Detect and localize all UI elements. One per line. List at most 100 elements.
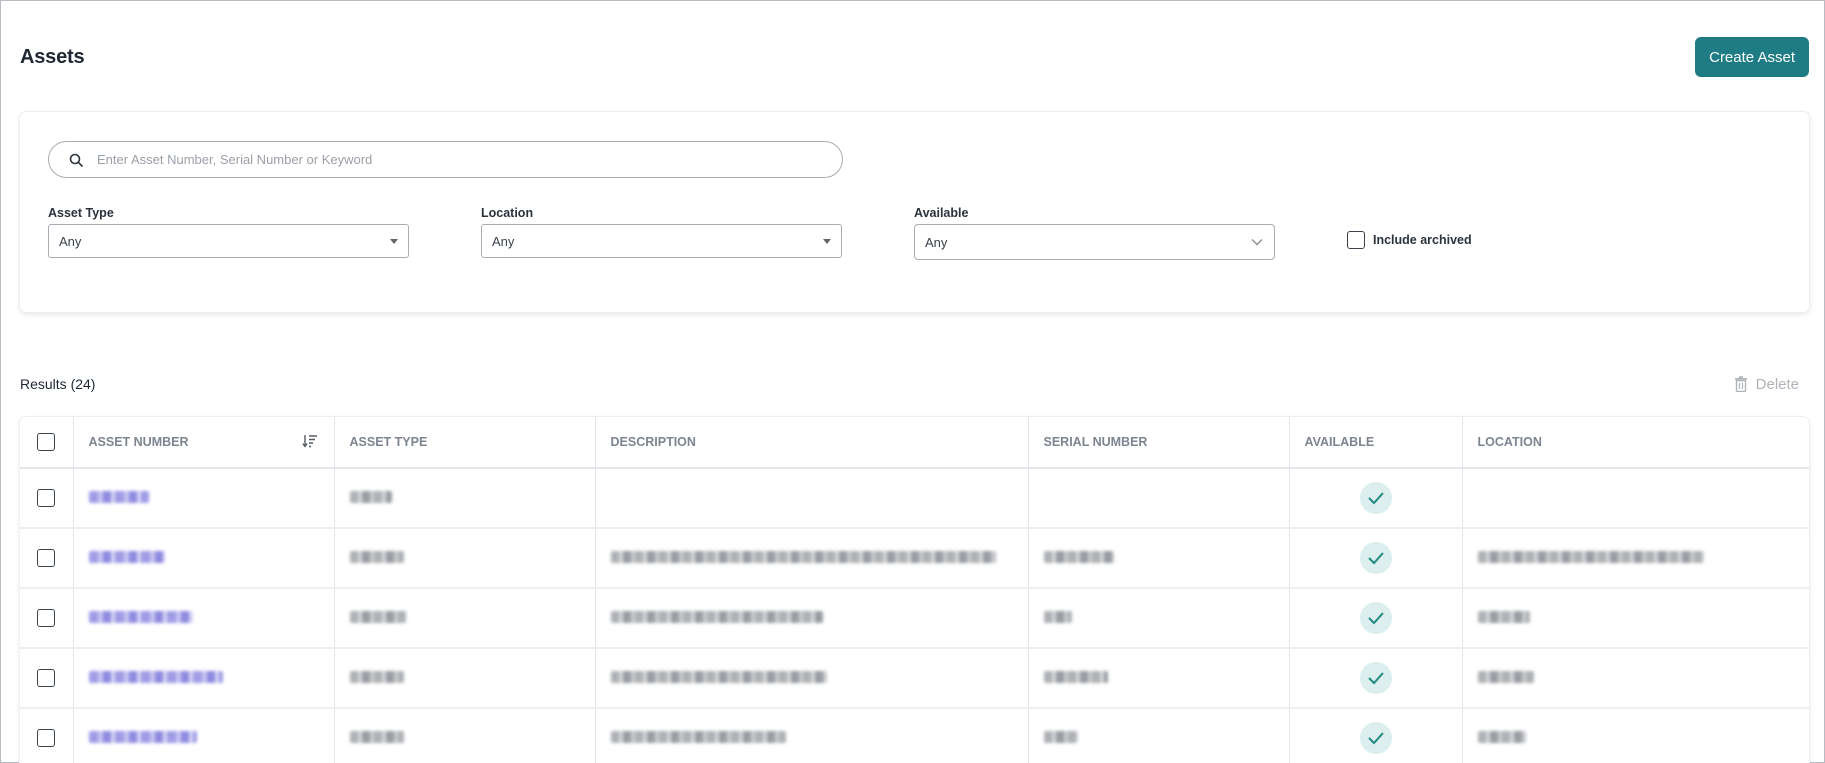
create-asset-button[interactable]: Create Asset xyxy=(1695,37,1809,77)
location-select[interactable]: Any xyxy=(481,224,842,258)
select-all-cell xyxy=(20,417,74,469)
redacted-text xyxy=(349,550,404,563)
sort-descending-icon[interactable] xyxy=(301,434,318,448)
asset-number-link[interactable] xyxy=(88,730,197,743)
table-row[interactable] xyxy=(20,588,1809,649)
description-cell xyxy=(595,528,1029,589)
check-icon xyxy=(1367,672,1384,685)
asset-number-cell[interactable] xyxy=(73,648,335,709)
column-header-asset-type[interactable]: ASSET TYPE xyxy=(334,417,596,469)
row-checkbox[interactable] xyxy=(37,549,56,567)
row-select-cell xyxy=(20,708,74,763)
redacted-text xyxy=(1043,730,1078,743)
available-cell xyxy=(1289,528,1463,589)
asset-number-link[interactable] xyxy=(88,490,149,503)
asset-number-link[interactable] xyxy=(88,610,193,623)
caret-down-icon xyxy=(823,238,831,244)
row-checkbox[interactable] xyxy=(37,489,56,507)
available-badge xyxy=(1359,602,1392,634)
available-badge xyxy=(1359,722,1392,754)
delete-label: Delete xyxy=(1755,375,1799,393)
serial-number-cell xyxy=(1028,708,1290,763)
available-filter: Available Any xyxy=(914,206,1275,260)
row-select-cell xyxy=(20,648,74,709)
available-label: Available xyxy=(914,206,969,220)
table-row[interactable] xyxy=(20,708,1809,763)
available-cell xyxy=(1289,588,1463,649)
caret-down-icon xyxy=(390,238,398,244)
include-archived-label: Include archived xyxy=(1373,233,1472,247)
page-title: Assets xyxy=(20,45,85,68)
table-row[interactable] xyxy=(20,528,1809,589)
column-header-asset-number[interactable]: ASSET NUMBER xyxy=(73,417,335,469)
column-header-available[interactable]: AVAILABLE xyxy=(1289,417,1463,469)
serial-number-cell xyxy=(1028,468,1290,529)
available-badge xyxy=(1359,542,1392,574)
available-badge xyxy=(1359,482,1392,514)
trash-icon xyxy=(1734,376,1748,392)
asset-number-link[interactable] xyxy=(88,670,223,683)
asset-number-cell[interactable] xyxy=(73,528,335,589)
column-header-location[interactable]: LOCATION xyxy=(1462,417,1809,469)
redacted-text xyxy=(349,670,404,683)
check-icon xyxy=(1367,492,1384,505)
include-archived-checkbox[interactable] xyxy=(1347,231,1365,249)
asset-type-cell xyxy=(334,708,596,763)
check-icon xyxy=(1367,732,1384,745)
location-label: Location xyxy=(481,206,534,220)
available-badge xyxy=(1359,662,1392,694)
asset-number-cell[interactable] xyxy=(73,588,335,649)
asset-number-cell[interactable] xyxy=(73,708,335,763)
row-checkbox[interactable] xyxy=(37,669,56,687)
search-box[interactable] xyxy=(48,141,843,178)
redacted-text xyxy=(1043,550,1114,563)
select-all-checkbox[interactable] xyxy=(37,433,56,451)
description-cell xyxy=(595,648,1029,709)
results-bar: Results (24) Delete xyxy=(20,373,1799,395)
location-value: Any xyxy=(492,233,515,249)
available-select[interactable]: Any xyxy=(914,224,1275,260)
column-header-description[interactable]: DESCRIPTION xyxy=(595,417,1029,469)
location-cell xyxy=(1462,468,1809,529)
asset-type-cell xyxy=(334,648,596,709)
redacted-text xyxy=(1043,670,1108,683)
include-archived-toggle[interactable]: Include archived xyxy=(1347,231,1472,249)
redacted-text xyxy=(1477,730,1526,743)
asset-type-cell xyxy=(334,528,596,589)
location-cell xyxy=(1462,648,1809,709)
asset-number-cell[interactable] xyxy=(73,468,335,529)
location-filter: Location Any xyxy=(481,206,842,258)
redacted-text xyxy=(1043,610,1072,623)
row-checkbox[interactable] xyxy=(37,609,56,627)
asset-type-select[interactable]: Any xyxy=(48,224,409,258)
column-header-serial-number[interactable]: SERIAL NUMBER xyxy=(1028,417,1290,469)
column-label: ASSET NUMBER xyxy=(88,435,189,449)
delete-button[interactable]: Delete xyxy=(1734,376,1799,393)
location-cell xyxy=(1462,588,1809,649)
asset-type-filter: Asset Type Any xyxy=(48,206,409,258)
redacted-text xyxy=(1477,610,1530,623)
serial-number-cell xyxy=(1028,588,1290,649)
row-select-cell xyxy=(20,528,74,589)
redacted-text xyxy=(610,610,823,623)
description-cell xyxy=(595,468,1029,529)
description-cell xyxy=(595,708,1029,763)
asset-type-cell xyxy=(334,588,596,649)
asset-type-cell xyxy=(334,468,596,529)
asset-type-label: Asset Type xyxy=(48,206,114,220)
check-icon xyxy=(1367,612,1384,625)
row-checkbox[interactable] xyxy=(37,729,56,747)
asset-number-link[interactable] xyxy=(88,550,165,563)
table-row[interactable] xyxy=(20,468,1809,529)
search-input[interactable] xyxy=(97,152,842,167)
serial-number-cell xyxy=(1028,648,1290,709)
table-header-row: ASSET NUMBER ASSET TYPE DESCRIPTION SERI… xyxy=(20,417,1809,469)
assets-table: ASSET NUMBER ASSET TYPE DESCRIPTION SERI… xyxy=(20,417,1809,763)
redacted-text xyxy=(610,670,827,683)
chevron-down-icon xyxy=(1250,235,1264,249)
location-cell xyxy=(1462,708,1809,763)
row-select-cell xyxy=(20,588,74,649)
available-cell xyxy=(1289,468,1463,529)
check-icon xyxy=(1367,552,1384,565)
table-row[interactable] xyxy=(20,648,1809,709)
